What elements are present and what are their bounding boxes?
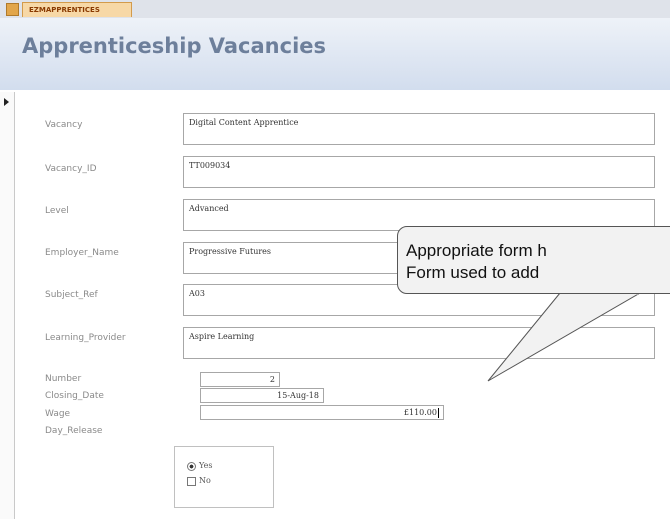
vacancy-label: Vacancy (45, 120, 83, 130)
day-release-option-yes[interactable]: Yes (187, 461, 212, 471)
day-release-label: Day_Release (45, 426, 103, 436)
wage-value: £110.00 (403, 408, 437, 417)
wage-field[interactable]: £110.00 (200, 405, 444, 420)
day-release-option-group: Yes No (174, 446, 274, 508)
employer-name-label: Employer_Name (45, 248, 119, 258)
learning-provider-label: Learning_Provider (45, 333, 126, 343)
radio-unselected-icon (187, 476, 196, 486)
closing-date-field[interactable]: 15-Aug-18 (200, 388, 324, 403)
closing-date-label: Closing_Date (45, 391, 104, 401)
callout-line-1: Appropriate form h (406, 241, 547, 260)
number-label: Number (45, 374, 82, 384)
form-icon (6, 3, 19, 16)
callout-line-2: Form used to add (406, 263, 540, 282)
vacancy-field[interactable]: Digital Content Apprentice (183, 113, 655, 145)
text-cursor (438, 408, 439, 418)
record-selector[interactable] (0, 92, 15, 519)
tab-ezmapprentices[interactable]: EZMAPPRENTICES (22, 2, 132, 17)
learning-provider-field[interactable]: Aspire Learning (183, 327, 655, 359)
radio-selected-icon (187, 461, 196, 471)
current-record-arrow-icon (4, 98, 9, 106)
subject-ref-label: Subject_Ref (45, 290, 98, 300)
vacancy-id-field[interactable]: TT009034 (183, 156, 655, 188)
wage-label: Wage (45, 409, 71, 419)
level-label: Level (45, 206, 69, 216)
day-release-option-no[interactable]: No (187, 476, 211, 486)
option-yes-label: Yes (199, 461, 213, 470)
callout-note: Appropriate form h Form used to add (397, 226, 670, 294)
page-title: Apprenticeship Vacancies (22, 34, 327, 58)
option-no-label: No (199, 476, 211, 485)
number-field[interactable]: 2 (200, 372, 280, 387)
form-header: Apprenticeship Vacancies (0, 18, 670, 90)
document-tab-bar: EZMAPPRENTICES (0, 0, 670, 19)
vacancy-id-label: Vacancy_ID (45, 164, 97, 174)
